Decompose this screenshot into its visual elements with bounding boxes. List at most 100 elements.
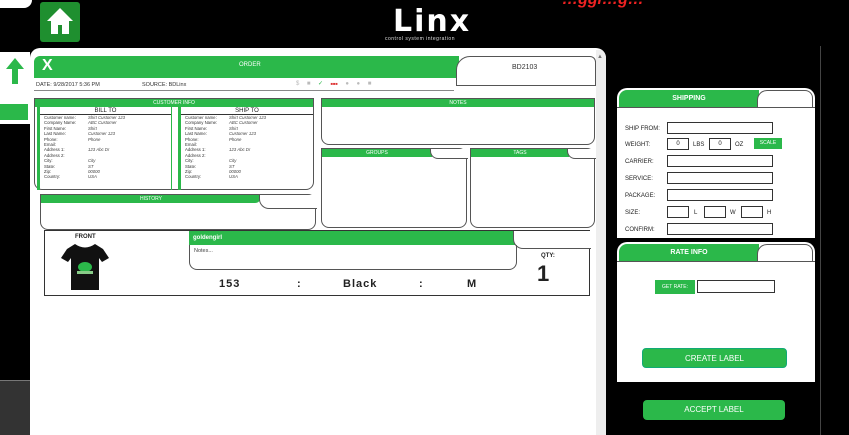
size-label: SIZE: — [625, 210, 641, 216]
bill-to-field-value: ABC Customer — [88, 120, 117, 126]
bill-to-field-label: Phone: — [44, 136, 58, 142]
height-label: H — [767, 210, 772, 216]
tags-box: TAGS — [470, 148, 596, 228]
qty-value: 1 — [537, 261, 550, 286]
home-icon — [47, 8, 73, 34]
bill-to-field-label: First Name: — [44, 125, 67, 131]
order-info-row: DATE: 9/28/2017 5:36 PM SOURCE: BDLinx $… — [34, 78, 454, 91]
ship-to-field-value: Shirt Customer 123 — [229, 115, 267, 120]
height-input[interactable] — [741, 206, 763, 218]
ship-to-header: SHIP TO — [181, 107, 313, 115]
bill-to-field-label: Zip: — [44, 168, 52, 174]
status-icon-6: ● — [356, 81, 361, 87]
order-card: X ORDER BD2103 DATE: 9/28/2017 5:36 PM S… — [30, 48, 606, 435]
scroll-up-icon[interactable]: ▲ — [597, 54, 603, 60]
carrier-label: CARRIER: — [625, 159, 654, 165]
bill-to-field-value: ST — [88, 163, 94, 169]
confirm-select[interactable] — [667, 223, 773, 235]
accept-label-button[interactable]: ACCEPT LABEL — [643, 400, 785, 420]
promo-text: …ggi…g… — [562, 0, 644, 9]
bill-to-field-value: 123 Abc Dr — [88, 147, 110, 153]
width-input[interactable] — [704, 206, 726, 218]
corner-tab — [0, 0, 32, 8]
qty-label: QTY: — [541, 253, 555, 259]
carrier-select[interactable] — [667, 155, 773, 167]
lbs-label: LBS — [693, 142, 705, 148]
ship-to-field-value: City — [229, 158, 237, 164]
left-green-tab[interactable] — [0, 104, 28, 120]
item-name-bar: goldengirl — [189, 231, 517, 245]
bill-to-field-value: City — [88, 158, 96, 164]
oz-input[interactable]: 0 — [709, 138, 731, 150]
date-text: DATE: 9/28/2017 5:36 PM — [36, 82, 100, 88]
get-rate-button[interactable]: GET RATE: — [655, 280, 695, 294]
tags-header: TAGS — [471, 149, 569, 157]
bill-to-field-label: Address 2: — [44, 152, 65, 158]
status-icon-2: ■ — [306, 81, 311, 87]
item-style: 153 — [219, 278, 241, 290]
bill-to-field-row: Country: USA — [40, 174, 171, 179]
lbs-input[interactable]: 0 — [667, 138, 689, 150]
right-scrollbar[interactable] — [820, 46, 849, 435]
ship-to-field-label: Country: — [185, 174, 202, 180]
create-label-button[interactable]: CREATE LABEL — [642, 348, 787, 368]
bill-to-fields: Customer name: Shirt Customer 123 Company … — [40, 115, 171, 180]
ship-from-label: SHIP FROM: — [625, 126, 660, 132]
shipping-card: SHIPPING SHIP FROM: WEIGHT: 0 LBS 0 OZ S… — [617, 88, 815, 238]
ship-to-field-label: Company Name: — [185, 120, 218, 126]
logo-subtitle: control system integration — [385, 36, 455, 42]
ship-to-field-label: Address 1: — [185, 147, 206, 153]
order-item-card[interactable]: FRONT goldengirl Notes... QTY: 1 153 : B… — [44, 230, 591, 296]
left-side-panel — [0, 52, 30, 124]
shipping-header: SHIPPING — [619, 90, 759, 108]
source-label: SOURCE: — [142, 82, 168, 88]
scale-button[interactable]: SCALE — [754, 138, 782, 149]
top-bar: Linx control system integration …ggi…g… — [0, 0, 849, 46]
ship-to-field-value: Phone — [229, 136, 242, 142]
bill-to-field-label: Address 1: — [44, 147, 65, 153]
date-label: DATE: — [36, 82, 52, 88]
ship-to-field-label: Phone: — [185, 136, 199, 142]
rate-output-field[interactable] — [697, 280, 775, 293]
package-select[interactable] — [667, 189, 773, 201]
close-icon[interactable]: X — [42, 57, 53, 75]
bill-to-field-value: USA — [88, 174, 97, 180]
customer-info-header: CUSTOMER INFO — [35, 99, 313, 107]
up-arrow-icon[interactable] — [6, 58, 24, 84]
source-value: BDLinx — [168, 82, 187, 88]
item-sep-1: : — [297, 278, 302, 290]
length-input[interactable] — [667, 206, 689, 218]
status-alert-icon: ■■■ — [330, 81, 338, 86]
package-label: PACKAGE: — [625, 193, 656, 199]
service-label: SERVICE: — [625, 176, 653, 182]
linx-logo: Linx control system integration — [385, 4, 495, 42]
order-id-tab: BD2103 — [456, 56, 596, 86]
rate-info-divider — [617, 261, 815, 262]
item-notes[interactable]: Notes... — [189, 245, 517, 270]
service-select[interactable] — [667, 172, 773, 184]
item-name: goldengirl — [193, 235, 222, 241]
ship-from-input[interactable] — [667, 122, 773, 134]
length-label: L — [694, 210, 698, 216]
width-label: W — [730, 210, 736, 216]
ship-to-field-label: Customer name: — [185, 115, 217, 120]
home-button[interactable] — [40, 2, 80, 42]
bill-to-field-value: Customer 123 — [88, 131, 115, 137]
notes-box[interactable]: NOTES — [321, 98, 595, 145]
bill-to-field-label: State: — [44, 163, 56, 169]
logo-word: Linx — [393, 4, 472, 39]
item-size: M — [467, 278, 478, 290]
order-header: X ORDER BD2103 — [34, 56, 596, 86]
tshirt-image — [61, 244, 109, 290]
tags-header-tail — [567, 149, 596, 159]
ship-to-field-label: Zip: — [185, 168, 193, 174]
notes-header: NOTES — [322, 99, 594, 107]
ship-to-field-value: ABC Customer — [229, 120, 258, 126]
ship-to-field-value: Customer 123 — [229, 131, 256, 137]
bill-to-field-label: Customer name: — [44, 115, 76, 120]
order-scrollbar[interactable] — [596, 50, 606, 435]
order-title: ORDER — [239, 62, 261, 68]
source-text: SOURCE: BDLinx — [142, 82, 186, 88]
ship-to-field-value: 00000 — [229, 168, 241, 174]
date-value: 9/28/2017 5:36 PM — [53, 82, 100, 88]
